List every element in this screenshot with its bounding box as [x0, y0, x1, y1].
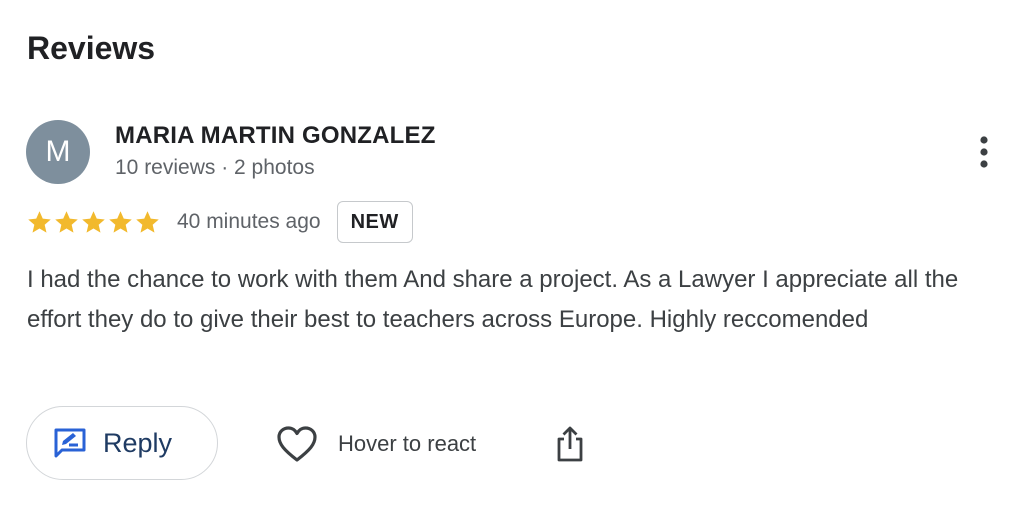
author-name[interactable]: MARIA MARTIN GONZALEZ	[115, 120, 436, 152]
new-badge: NEW	[336, 201, 413, 243]
heart-outline-icon	[277, 426, 317, 462]
star-icon	[82, 210, 105, 233]
star-rating	[26, 209, 161, 236]
reply-button[interactable]: Reply	[26, 406, 218, 480]
react-label: Hover to react	[338, 431, 477, 456]
author-meta[interactable]: 10 reviews · 2 photos	[115, 154, 315, 182]
reply-label: Reply	[103, 427, 173, 458]
star-icon	[55, 210, 78, 233]
star-icon	[28, 210, 51, 233]
avatar[interactable]: M	[26, 120, 90, 184]
rating-row: 40 minutes ago NEW	[26, 200, 413, 244]
star-icon	[109, 210, 132, 233]
review-time: 40 minutes ago	[177, 210, 321, 233]
react-button[interactable]: Hover to react	[276, 420, 476, 468]
share-icon	[557, 426, 583, 462]
star-icon	[136, 210, 159, 233]
section-title: Reviews	[27, 30, 156, 66]
review-text: I had the chance to work with them And s…	[27, 266, 959, 333]
more-options-button[interactable]	[966, 130, 1002, 174]
share-button[interactable]	[550, 420, 590, 468]
avatar-initial: M	[45, 135, 71, 168]
reply-edit-icon	[54, 428, 86, 458]
more-vertical-icon	[980, 136, 988, 168]
